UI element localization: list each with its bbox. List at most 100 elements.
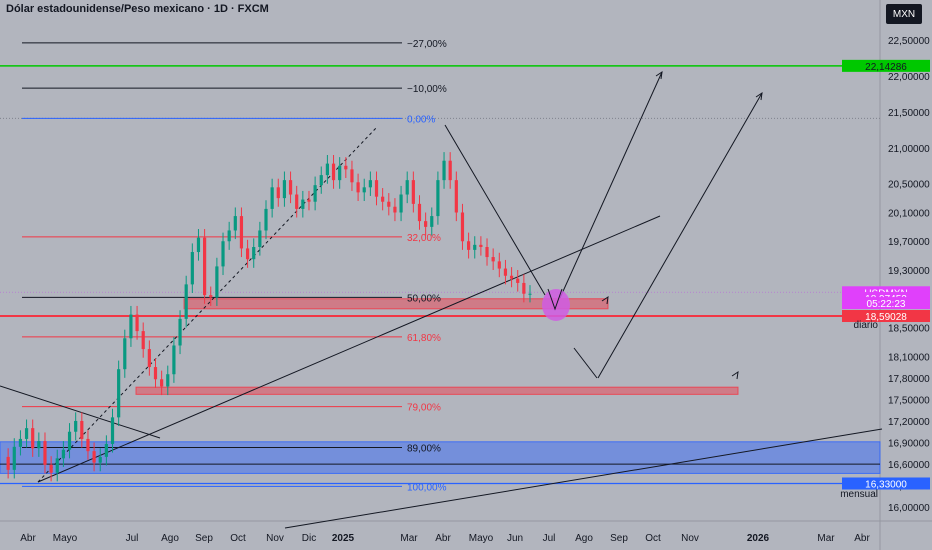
candle-body: [424, 221, 428, 227]
y-tick-label: 22,00000: [888, 72, 930, 83]
y-tick-label: 20,10000: [888, 208, 930, 219]
trend-line: [597, 92, 763, 379]
zone-box: [135, 386, 739, 395]
candle-body: [295, 194, 299, 209]
candle-body: [31, 428, 35, 449]
candle-body: [264, 208, 268, 231]
candle-body: [467, 241, 471, 250]
fib-level-label: 100,00%: [407, 482, 447, 493]
candle-body: [98, 456, 102, 463]
x-tick-label: Jul: [126, 533, 139, 544]
chart-annotation: mensual: [840, 489, 878, 500]
y-tick-label: 16,90000: [888, 439, 930, 450]
candle-body: [338, 165, 342, 181]
x-tick-label: Abr: [854, 533, 870, 544]
x-tick-label: Ago: [161, 533, 179, 544]
y-tick-label: 16,00000: [888, 503, 930, 514]
candle-body: [448, 160, 452, 181]
candle-body: [227, 230, 231, 242]
candle-body: [301, 199, 305, 209]
candle-body: [344, 165, 348, 170]
fib-level-label: −27,00%: [407, 39, 447, 50]
candle-body: [117, 369, 121, 418]
x-tick-label: Sep: [610, 533, 628, 544]
x-tick-label: Mayo: [53, 533, 78, 544]
y-tick-label: 21,50000: [888, 108, 930, 119]
y-tick-label: 21,00000: [888, 144, 930, 155]
candle-body: [43, 441, 47, 465]
candle-body: [258, 230, 262, 247]
x-tick-label: Mar: [400, 533, 418, 544]
x-tick-label: 2025: [332, 533, 355, 544]
x-tick-label: Nov: [266, 533, 284, 544]
candle-body: [374, 180, 379, 197]
candle-body: [233, 216, 237, 231]
candle-body: [74, 420, 78, 432]
candle-body: [516, 278, 520, 283]
candle-body: [497, 261, 501, 269]
candle-body: [166, 374, 170, 387]
price-tag-label: 22,14286: [865, 62, 907, 73]
candle-body: [55, 458, 59, 473]
candle-body: [473, 244, 477, 250]
candle-body: [387, 201, 391, 207]
x-tick-label: Jul: [543, 533, 556, 544]
candle-body: [485, 246, 489, 258]
fib-level-label: 0,00%: [407, 114, 435, 125]
candle-body: [313, 185, 317, 202]
candle-body: [454, 180, 458, 213]
candle-body: [215, 266, 219, 298]
x-tick-label: Dic: [302, 533, 316, 544]
candle-body: [288, 180, 293, 195]
y-tick-label: 18,10000: [888, 352, 930, 363]
candle-body: [18, 438, 23, 447]
y-tick-label: 22,50000: [888, 36, 930, 47]
candle-body: [270, 187, 274, 209]
fib-level-label: 50,00%: [407, 293, 441, 304]
candle-body: [6, 456, 10, 470]
candle-body: [528, 293, 532, 295]
candle-body: [67, 431, 72, 450]
candle-body: [49, 464, 53, 473]
candle-body: [24, 428, 29, 439]
candle-body: [356, 182, 360, 193]
candle-body: [184, 284, 188, 319]
candle-body: [80, 420, 84, 439]
trend-line: [444, 124, 546, 296]
candle-body: [160, 379, 164, 387]
candle-body: [381, 196, 385, 202]
fib-level-label: 79,00%: [407, 403, 441, 414]
candle-body: [190, 252, 194, 285]
x-tick-label: Mar: [817, 533, 835, 544]
candle-body: [325, 163, 329, 176]
chart-annotation: diario: [854, 320, 879, 331]
candle-body: [129, 314, 133, 339]
y-tick-label: 20,50000: [888, 180, 930, 191]
candle-body: [393, 206, 397, 213]
candle-body: [362, 187, 366, 193]
candle-body: [350, 169, 354, 183]
candle-body: [411, 180, 415, 204]
candle-body: [172, 345, 176, 375]
x-tick-label: Oct: [230, 533, 246, 544]
candle-body: [123, 338, 127, 370]
x-tick-label: Ago: [575, 533, 593, 544]
candle-body: [282, 180, 287, 199]
y-tick-label: 19,70000: [888, 237, 930, 248]
candle-body: [203, 237, 207, 296]
fib-level-label: 89,00%: [407, 444, 441, 455]
x-tick-label: Nov: [681, 533, 699, 544]
chart-panel[interactable]: Dólar estadounidense/Peso mexicano · 1D …: [0, 0, 932, 550]
trend-line: [573, 347, 598, 379]
y-tick-label: 17,50000: [888, 395, 930, 406]
candle-body: [509, 275, 514, 279]
candle-body: [430, 216, 434, 227]
candle-body: [319, 175, 323, 186]
price-chart[interactable]: −27,00% −10,00% 0,00% 32,00% 50,00% 61,80% 79,…: [0, 0, 932, 550]
candle-body: [239, 216, 244, 249]
candle-body: [86, 438, 90, 452]
candle-body: [37, 441, 41, 449]
candle-body: [178, 318, 182, 346]
candle-body: [153, 367, 158, 380]
candle-body: [92, 451, 96, 463]
